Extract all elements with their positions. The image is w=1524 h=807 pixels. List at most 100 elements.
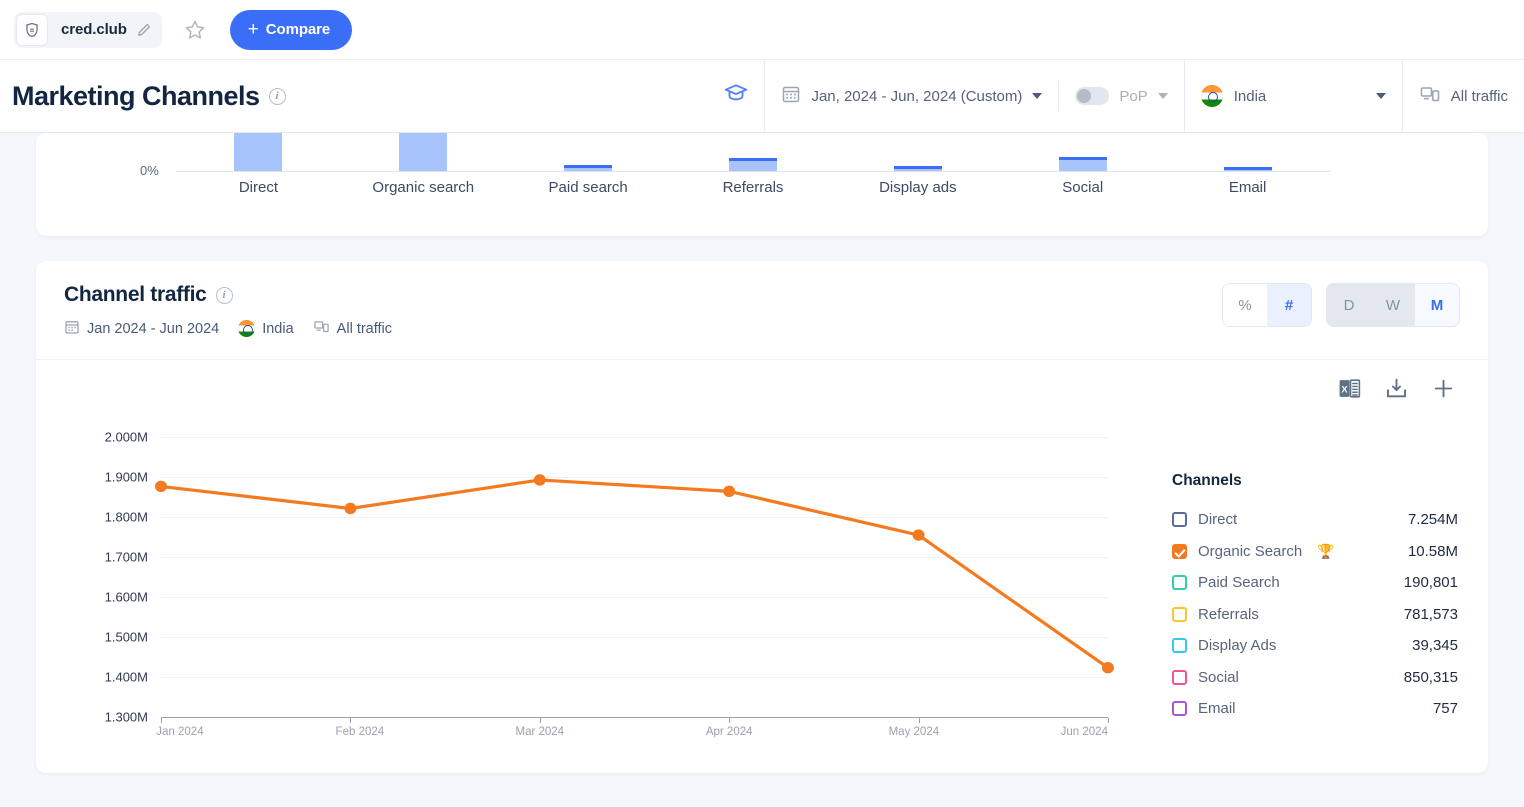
legend-label: Email bbox=[1198, 700, 1236, 718]
channel-traffic-scope: All traffic bbox=[336, 320, 393, 337]
bar-column[interactable] bbox=[341, 133, 506, 171]
legend-label: Direct bbox=[1198, 511, 1238, 529]
legend-value: 781,573 bbox=[1403, 605, 1458, 623]
legend-checkbox[interactable] bbox=[1172, 638, 1187, 654]
compare-button[interactable]: + Compare bbox=[229, 9, 353, 50]
legend-checkbox[interactable] bbox=[1172, 669, 1187, 685]
chart-toolbar: X bbox=[1337, 376, 1456, 406]
bar-column[interactable]: 3.97% bbox=[671, 133, 836, 171]
x-axis-label: Jan 2024 bbox=[156, 726, 204, 738]
channel-distribution-chart: 0% 0.97% 3.97% 0.20% 4.31% 0.00% Direct … bbox=[36, 133, 1488, 236]
legend-row[interactable]: Paid Search 190,801 bbox=[1172, 567, 1458, 599]
x-axis-label: May 2024 bbox=[888, 726, 940, 738]
bar-category-label: Email bbox=[1228, 179, 1267, 196]
country-selector[interactable]: India bbox=[1183, 60, 1402, 132]
legend-checkbox[interactable] bbox=[1172, 701, 1187, 717]
legend-row[interactable]: Direct 7.254M bbox=[1172, 504, 1458, 536]
bar-column[interactable] bbox=[176, 133, 341, 171]
legend-row[interactable]: Referrals 781,573 bbox=[1172, 599, 1458, 631]
add-icon[interactable] bbox=[1431, 376, 1456, 406]
data-point[interactable] bbox=[533, 474, 546, 486]
bar-rect bbox=[1223, 167, 1272, 171]
x-axis-tickmark bbox=[729, 718, 731, 723]
legend-checkbox[interactable] bbox=[1172, 512, 1187, 528]
legend-row[interactable]: Organic Search 🏆 10.58M bbox=[1172, 536, 1458, 568]
channel-traffic-title-row: Channel traffic i bbox=[64, 283, 392, 307]
bar-category-label: Direct bbox=[238, 179, 279, 196]
data-point[interactable] bbox=[912, 529, 925, 541]
granularity-day[interactable]: D bbox=[1327, 284, 1371, 326]
bar-rect bbox=[893, 166, 942, 171]
channel-traffic-body: X 2.000M 1.900M 1.800M 1.700M 1.600M 1.5… bbox=[36, 360, 1488, 773]
content-wrap: 0% 0.97% 3.97% 0.20% 4.31% 0.00% Direct … bbox=[0, 133, 1524, 773]
unit-toggle-count[interactable]: # bbox=[1267, 284, 1311, 326]
date-range-selector[interactable]: Jan, 2024 - Jun, 2024 (Custom) PoP bbox=[764, 60, 1183, 132]
x-axis-label: Apr 2024 bbox=[705, 726, 753, 738]
bar-column[interactable]: 4.31% bbox=[1000, 133, 1165, 171]
info-icon[interactable]: i bbox=[215, 286, 233, 304]
legend-value: 190,801 bbox=[1403, 574, 1458, 592]
devices-icon bbox=[313, 318, 330, 339]
x-axis-tickmark bbox=[539, 718, 541, 723]
devices-icon bbox=[1419, 83, 1441, 110]
data-point[interactable] bbox=[723, 485, 736, 498]
legend-row[interactable]: Social 850,315 bbox=[1172, 662, 1458, 694]
india-flag-icon bbox=[1200, 85, 1223, 107]
shield-icon bbox=[16, 13, 48, 46]
legend-value: 39,345 bbox=[1412, 637, 1458, 655]
bar-rect bbox=[1058, 157, 1107, 171]
legend-row[interactable]: Display Ads 39,345 bbox=[1172, 630, 1458, 662]
bar-column[interactable]: 0.97% bbox=[506, 133, 671, 171]
bar-column[interactable]: 0.00% bbox=[1165, 133, 1330, 171]
top-bar: cred.club + Compare bbox=[0, 0, 1524, 60]
bar-column[interactable]: 0.20% bbox=[835, 133, 1000, 171]
data-point[interactable] bbox=[344, 502, 357, 515]
legend-label: Referrals bbox=[1198, 605, 1259, 623]
india-flag-icon bbox=[238, 320, 256, 337]
favorite-star-button[interactable] bbox=[178, 13, 212, 47]
legend-row[interactable]: Email 757 bbox=[1172, 693, 1458, 725]
legend-value: 10.58M bbox=[1407, 542, 1458, 560]
channel-traffic-meta: Jan 2024 - Jun 2024 India All traffic bbox=[64, 318, 392, 339]
divider bbox=[1058, 82, 1060, 110]
bar-category-label: Referrals bbox=[722, 179, 784, 196]
legend-row-left: Email bbox=[1172, 700, 1236, 717]
bar-axis-zero-label: 0% bbox=[140, 163, 159, 178]
channel-traffic-date-range: Jan 2024 - Jun 2024 bbox=[87, 320, 220, 337]
bar-category-label: Social bbox=[1062, 179, 1104, 196]
unit-toggle-percent[interactable]: % bbox=[1223, 284, 1267, 326]
legend-checkbox[interactable] bbox=[1172, 575, 1187, 591]
granularity-week[interactable]: W bbox=[1371, 284, 1415, 326]
country-chevron-down-icon bbox=[1375, 93, 1386, 99]
download-icon[interactable] bbox=[1384, 376, 1409, 406]
channel-traffic-header: Channel traffic i Jan 2024 - Jun 2024 In… bbox=[36, 261, 1488, 360]
pop-chevron-down-icon[interactable] bbox=[1157, 93, 1168, 99]
x-axis bbox=[161, 717, 1108, 718]
data-point[interactable] bbox=[155, 480, 167, 493]
domain-chip[interactable]: cred.club bbox=[14, 11, 162, 48]
legend-checkbox[interactable] bbox=[1172, 606, 1187, 622]
pop-label: PoP bbox=[1119, 87, 1148, 105]
bar-rect bbox=[234, 133, 283, 171]
legend-value: 7.254M bbox=[1407, 511, 1458, 529]
granularity-month[interactable]: M bbox=[1415, 284, 1459, 326]
data-point[interactable] bbox=[1101, 662, 1114, 674]
academy-button[interactable] bbox=[708, 60, 764, 132]
export-excel-icon[interactable]: X bbox=[1337, 376, 1362, 406]
granularity-toggle: D W M bbox=[1326, 283, 1460, 327]
legend-label: Display Ads bbox=[1198, 637, 1277, 655]
legend-label: Organic Search bbox=[1198, 542, 1303, 560]
bar-baseline bbox=[176, 171, 1330, 172]
page-header: Marketing Channels i Jan, 2024 - Jun, 20… bbox=[0, 60, 1524, 133]
compare-label: Compare bbox=[265, 21, 331, 38]
legend-checkbox[interactable] bbox=[1172, 543, 1187, 559]
bar-rect bbox=[564, 165, 613, 171]
pop-toggle[interactable] bbox=[1075, 87, 1110, 105]
x-axis-tickmark bbox=[918, 718, 920, 723]
domain-name: cred.club bbox=[61, 21, 127, 38]
bar-rect bbox=[729, 158, 777, 171]
pencil-icon[interactable] bbox=[136, 22, 152, 38]
info-icon[interactable]: i bbox=[268, 87, 286, 105]
line-chart: 2.000M 1.900M 1.800M 1.700M 1.600M 1.500… bbox=[36, 360, 1158, 773]
traffic-scope-selector[interactable]: All traffic bbox=[1401, 60, 1524, 132]
